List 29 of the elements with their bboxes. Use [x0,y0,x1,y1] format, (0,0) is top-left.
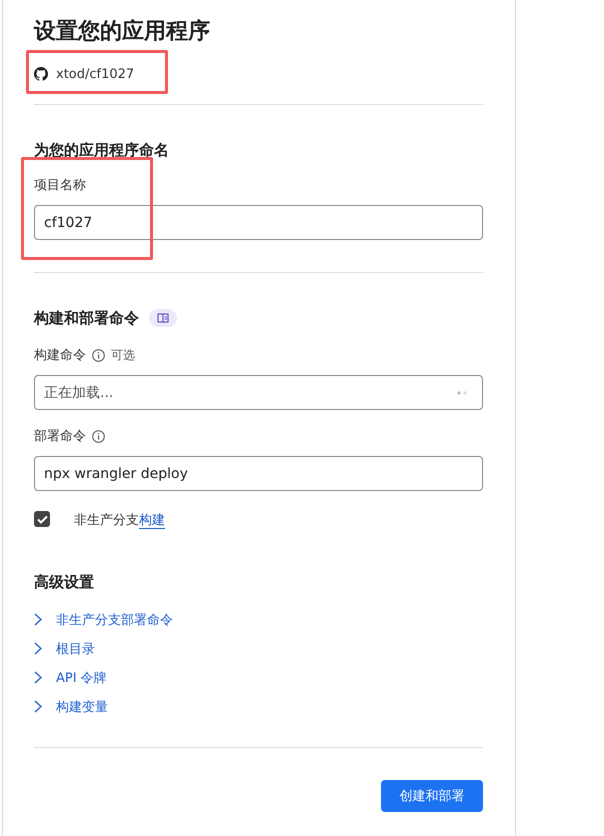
info-icon[interactable] [92,348,105,362]
advanced-setting-link[interactable]: 非生产分支部署命令 [56,610,173,628]
section-heading: 为您的应用程序命名 [34,140,169,161]
docs-badge[interactable] [149,309,177,327]
optional-hint: 可选 [111,346,135,364]
field-label: 部署命令 [34,428,86,445]
command-field[interactable]: 正在加载... [34,375,483,410]
advanced-setting-link[interactable]: API 令牌 [56,668,107,686]
advanced-setting-link[interactable]: 根目录 [56,640,95,658]
section-heading: 构建和部署命令 [34,308,139,329]
create-deploy-button[interactable]: 创建和部署 [381,780,483,812]
checkbox-label: 非生产分支 [74,513,139,528]
chevron-icon[interactable] [34,613,42,626]
checkbox[interactable] [34,511,50,527]
repository-name: xtod/cf1027 [56,66,134,82]
github-icon [34,67,48,81]
chevron-icon[interactable] [34,642,42,655]
chevron-icon[interactable] [34,700,42,713]
chevron-icon[interactable] [34,671,42,684]
page-title: 设置您的应用程序 [34,18,211,46]
section-heading: 高级设置 [34,572,94,593]
field-label: 构建命令 [34,347,86,364]
field-label: 项目名称 [34,177,86,194]
info-icon[interactable] [92,430,105,442]
project-name-field[interactable]: cf1027 [34,205,483,240]
command-field[interactable]: npx wrangler deploy [34,456,483,491]
advanced-setting-link[interactable]: 构建变量 [56,698,108,716]
build-link[interactable]: 构建 [139,513,165,529]
checkmark-icon [36,514,48,524]
